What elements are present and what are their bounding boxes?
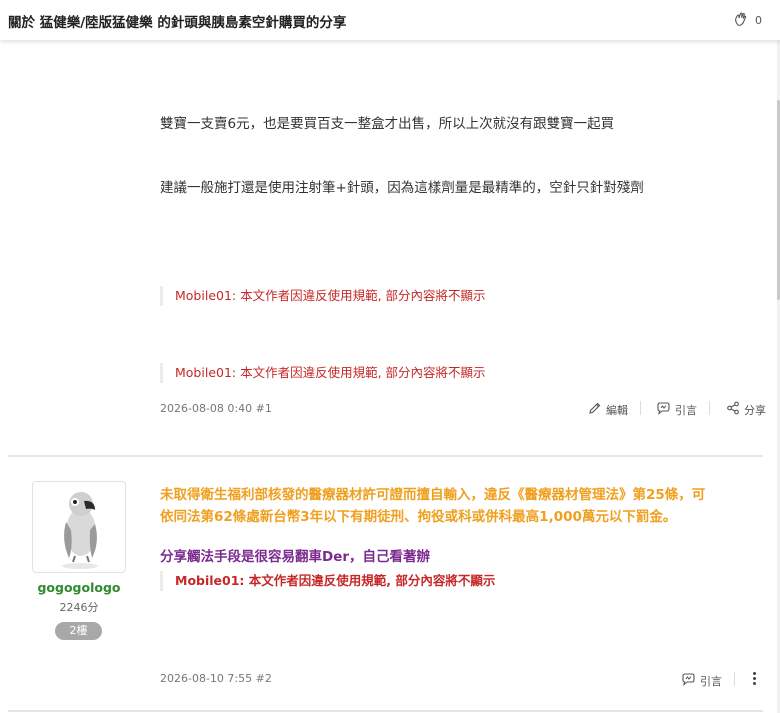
share-button[interactable]: 分享 [726, 401, 766, 418]
quote-button[interactable]: 引言 [681, 672, 722, 689]
more-vertical-icon[interactable] [750, 671, 758, 687]
post-divider [8, 455, 763, 457]
share-label: 分享 [744, 403, 766, 417]
quote-label: 引言 [675, 403, 697, 417]
warning-line-1: 未取得衛生福利部核發的醫療器材許可證而擅自輸入，違反《醫療器材管理法》第25條，… [160, 487, 706, 503]
edit-button[interactable]: 編輯 [588, 401, 628, 418]
purple-remark: 分享觸法手段是很容易翻車Der，自己看著辦 [160, 549, 431, 565]
edit-label: 編輯 [606, 403, 628, 417]
post2-notice: Mobile01: 本文作者因違反使用規範, 部分內容將不顯示 [160, 571, 495, 591]
action-separator [734, 672, 735, 686]
post1-meta: 2026-08-08 0:40 #1 [160, 402, 272, 415]
post2-meta: 2026-08-10 7:55 #2 [160, 672, 272, 685]
avatar[interactable] [32, 481, 126, 573]
quote-icon [656, 401, 671, 418]
like-button[interactable]: 0 [733, 11, 762, 30]
floor-badge: 2樓 [55, 622, 102, 640]
post1-notice-2: Mobile01: 本文作者因違反使用規範, 部分內容將不顯示 [160, 363, 486, 383]
username[interactable]: gogogologo [34, 580, 124, 595]
topic-header: 關於 猛健樂/陸版猛健樂 的針頭與胰島素空針購買的分享 0 [0, 0, 780, 40]
post1-paragraph-1: 雙寶一支賣6元，也是要買百支一整盒才出售，所以上次就沒有跟雙寶一起買 [160, 116, 615, 132]
clap-icon [733, 11, 749, 30]
action-separator [709, 401, 710, 415]
action-separator [640, 401, 641, 415]
topic-title: 關於 猛健樂/陸版猛健樂 的針頭與胰島素空針購買的分享 [8, 15, 347, 31]
share-icon [726, 401, 740, 418]
post1-notice-1: Mobile01: 本文作者因違反使用規範, 部分內容將不顯示 [160, 286, 486, 306]
pencil-icon [588, 401, 602, 418]
user-score: 2246分 [59, 601, 99, 614]
parrot-avatar [62, 492, 98, 569]
quote-icon [681, 672, 696, 689]
quote-button[interactable]: 引言 [656, 401, 697, 418]
post-divider [8, 710, 763, 712]
quote-label: 引言 [700, 674, 722, 688]
warning-line-2: 依同法第62條處新台幣3年以下有期徒刑、拘役或科或併科最高1,000萬元以下罰金… [160, 509, 677, 525]
post1-paragraph-2: 建議一般施打還是使用注射筆+針頭，因為這樣劑量是最精準的，空針只針對殘劑 [160, 180, 644, 196]
like-count: 0 [755, 14, 762, 27]
